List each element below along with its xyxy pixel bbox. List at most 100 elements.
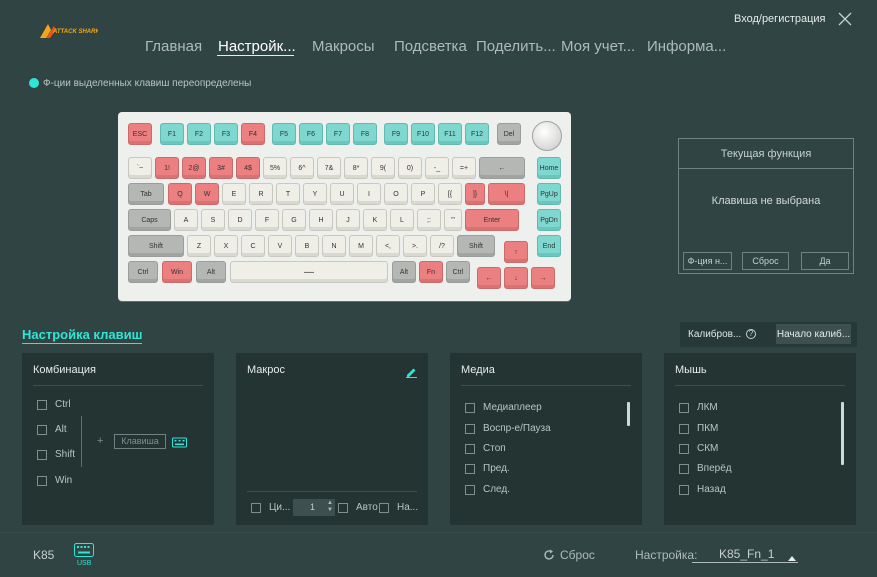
key-v[interactable]: V — [268, 235, 292, 257]
modifier-ctrl[interactable]: Ctrl — [37, 399, 71, 410]
tab-share[interactable]: Поделить... — [476, 38, 556, 55]
key-x[interactable]: X — [214, 235, 238, 257]
key-d[interactable]: D — [228, 209, 252, 231]
checkbox[interactable] — [251, 502, 261, 513]
profile-select[interactable]: K85_Fn_1 — [692, 546, 798, 563]
key-e[interactable]: E — [222, 183, 246, 205]
checkbox[interactable] — [465, 463, 475, 474]
key-s[interactable]: S — [201, 209, 225, 231]
key-rctrl[interactable]: Ctrl — [446, 261, 470, 283]
key-fn[interactable]: Fn — [419, 261, 443, 283]
checkbox[interactable] — [465, 423, 475, 434]
checkbox[interactable] — [37, 475, 47, 486]
mouse-item[interactable]: СКМ — [679, 443, 718, 454]
key-pgup[interactable]: PgUp — [537, 183, 561, 205]
key-f10[interactable]: F10 — [411, 123, 435, 145]
checkbox[interactable] — [37, 449, 47, 460]
function-name-button[interactable]: Ф-ция н... — [683, 252, 732, 270]
key-comma[interactable]: <, — [376, 235, 400, 257]
tab-account[interactable]: Моя учет... — [561, 38, 635, 55]
key-arrow-up[interactable]: ↑ — [504, 241, 528, 263]
key-lalt[interactable]: Alt — [196, 261, 226, 283]
tab-info[interactable]: Информа... — [647, 38, 726, 55]
checkbox[interactable] — [679, 484, 689, 495]
key-k[interactable]: K — [363, 209, 387, 231]
key-z[interactable]: Z — [187, 235, 211, 257]
modifier-win[interactable]: Win — [37, 475, 72, 486]
key-c[interactable]: C — [241, 235, 265, 257]
key-lctrl[interactable]: Ctrl — [128, 261, 158, 283]
key-settings-title[interactable]: Настройка клавиш — [22, 327, 143, 344]
key-f2[interactable]: F2 — [187, 123, 211, 145]
key-ralt[interactable]: Alt — [392, 261, 416, 283]
key-f1[interactable]: F1 — [160, 123, 184, 145]
third-option[interactable]: На... — [379, 502, 418, 513]
key-f7[interactable]: F7 — [326, 123, 350, 145]
function-reset-button[interactable]: Сброс — [742, 252, 789, 270]
key-arrow-right[interactable]: → — [531, 267, 555, 289]
volume-knob[interactable] — [532, 121, 562, 151]
media-scrollbar[interactable] — [627, 402, 630, 426]
key-l[interactable]: L — [390, 209, 414, 231]
key-2[interactable]: 2@ — [182, 157, 206, 179]
key-r[interactable]: R — [249, 183, 273, 205]
key-1[interactable]: 1! — [155, 157, 179, 179]
auto-option[interactable]: Авто — [338, 502, 378, 513]
key-u[interactable]: U — [330, 183, 354, 205]
tab-lighting[interactable]: Подсветка — [394, 38, 467, 55]
key-h[interactable]: H — [309, 209, 333, 231]
media-item[interactable]: Медиаплеер — [465, 402, 542, 413]
usb-keyboard-icon[interactable] — [74, 543, 94, 557]
key-w[interactable]: W — [195, 183, 219, 205]
key-g[interactable]: G — [282, 209, 306, 231]
mouse-item[interactable]: ЛКМ — [679, 402, 718, 413]
key-space[interactable]: — — [230, 261, 388, 283]
key-rshift[interactable]: Shift — [457, 235, 495, 257]
key-m[interactable]: M — [349, 235, 373, 257]
mouse-item[interactable]: Назад — [679, 484, 726, 495]
key-backslash[interactable]: \| — [488, 183, 525, 205]
checkbox[interactable] — [679, 402, 689, 413]
key-esc[interactable]: ESC — [128, 123, 152, 145]
key-f11[interactable]: F11 — [438, 123, 462, 145]
key-tab[interactable]: Tab — [128, 183, 164, 205]
key-rbracket[interactable]: ]} — [465, 183, 485, 205]
key-t[interactable]: T — [276, 183, 300, 205]
checkbox[interactable] — [379, 502, 389, 513]
key-4[interactable]: 4$ — [236, 157, 260, 179]
key-f[interactable]: F — [255, 209, 279, 231]
function-confirm-button[interactable]: Да — [801, 252, 849, 270]
modifier-alt[interactable]: Alt — [37, 424, 67, 435]
key-pgdn[interactable]: PgDn — [537, 209, 561, 231]
stepper-arrows-icon[interactable]: ▲ ▼ — [327, 500, 333, 514]
key-y[interactable]: Y — [303, 183, 327, 205]
mouse-item[interactable]: Вперёд — [679, 463, 732, 474]
key-3[interactable]: 3# — [209, 157, 233, 179]
key-input[interactable]: Клавиша — [114, 434, 166, 449]
key-semicolon[interactable]: ;: — [417, 209, 441, 231]
tab-macros[interactable]: Макросы — [312, 38, 375, 55]
login-link[interactable]: Вход/регистрация — [734, 13, 826, 25]
key-n[interactable]: N — [322, 235, 346, 257]
key-minus[interactable]: -_ — [425, 157, 449, 179]
key-f12[interactable]: F12 — [465, 123, 489, 145]
key-del[interactable]: Del — [497, 123, 521, 145]
media-item[interactable]: Воспр-е/Пауза — [465, 423, 551, 434]
key-0[interactable]: 0) — [398, 157, 422, 179]
key-arrow-down[interactable]: ↓ — [504, 267, 528, 289]
key-9[interactable]: 9( — [371, 157, 395, 179]
checkbox[interactable] — [37, 399, 47, 410]
checkbox[interactable] — [465, 443, 475, 454]
key-p[interactable]: P — [411, 183, 435, 205]
key-b[interactable]: B — [295, 235, 319, 257]
key-f5[interactable]: F5 — [272, 123, 296, 145]
reset-button[interactable]: Сброс — [543, 548, 595, 562]
checkbox[interactable] — [679, 463, 689, 474]
loop-count-stepper[interactable]: 1 ▲ ▼ — [293, 499, 335, 516]
key-f6[interactable]: F6 — [299, 123, 323, 145]
key-8[interactable]: 8* — [344, 157, 368, 179]
key-arrow-left[interactable]: ← — [477, 267, 501, 289]
key-f9[interactable]: F9 — [384, 123, 408, 145]
key-5[interactable]: 5% — [263, 157, 287, 179]
close-icon[interactable] — [836, 10, 854, 28]
